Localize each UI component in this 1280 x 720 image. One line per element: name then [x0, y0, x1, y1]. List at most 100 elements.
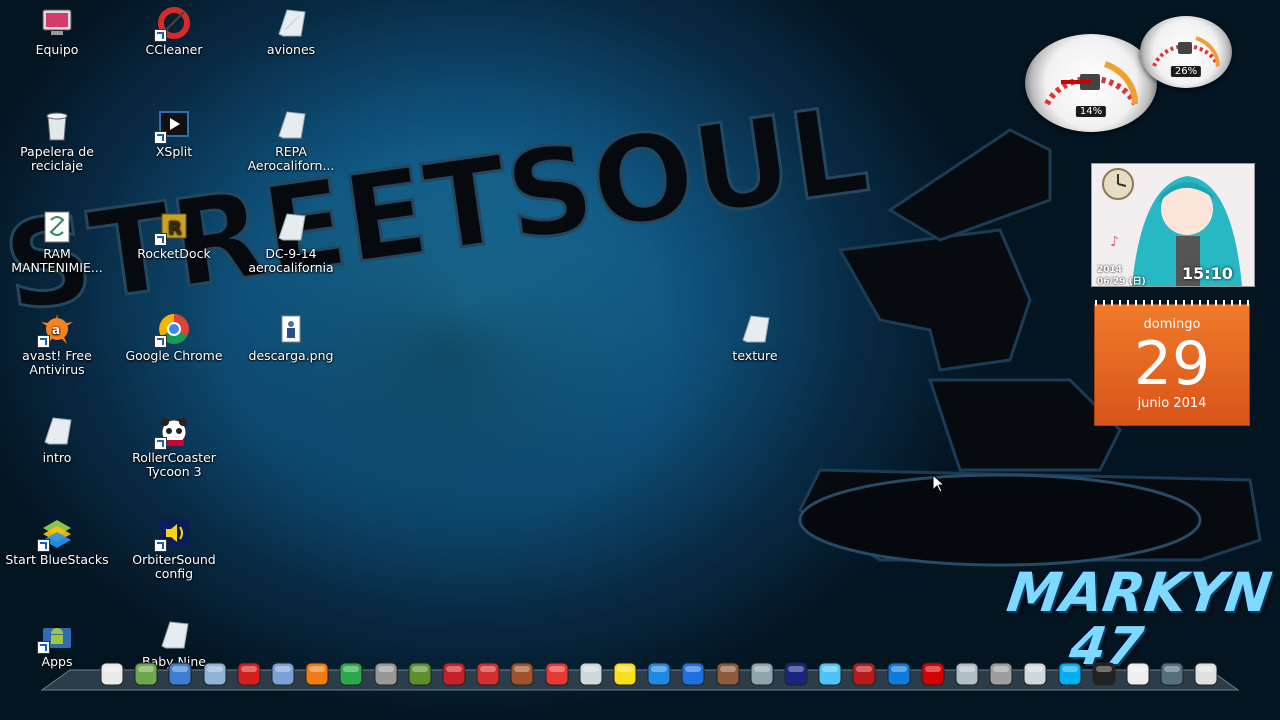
desktop-icon-ram[interactable]: RAM MANTENIMIE...: [2, 204, 112, 275]
ccleaner-icon: [154, 6, 192, 42]
script-icon: [39, 210, 75, 244]
recycle-bin-icon[interactable]: [1192, 660, 1220, 688]
desktop-icon-repa[interactable]: REPA Aerocaliforn...: [236, 102, 346, 173]
tshirt-icon[interactable]: [1090, 660, 1118, 688]
icon-label: descarga.png: [248, 348, 334, 363]
icon-label: CCleaner: [145, 42, 203, 57]
svg-text:R: R: [168, 218, 182, 239]
desktop-icon-ccleaner[interactable]: CCleaner: [119, 0, 229, 57]
mail-icon[interactable]: [269, 660, 297, 688]
desktop-icon-recycle-bin[interactable]: Papelera de reciclaje: [2, 102, 112, 173]
ram-percent: 26%: [1170, 66, 1202, 77]
folder-icon[interactable]: [748, 660, 776, 688]
desktop-icon-rocketdock[interactable]: R RocketDock: [119, 204, 229, 261]
tools-icon[interactable]: [1021, 660, 1049, 688]
bittorrent-icon[interactable]: [474, 660, 502, 688]
puzzle-icon[interactable]: [303, 660, 331, 688]
desktop-icon-texture[interactable]: texture: [700, 306, 810, 363]
character-icon[interactable]: [714, 660, 742, 688]
dropbox-icon[interactable]: [885, 660, 913, 688]
computer-icon: [39, 6, 75, 40]
cpu-gauge[interactable]: 14%: [1025, 34, 1157, 132]
camera-icon[interactable]: [577, 660, 605, 688]
calendar-gadget[interactable]: domingo 29 junio 2014: [1094, 300, 1250, 426]
globe-icon[interactable]: [166, 660, 194, 688]
desktop-icon-rollercoaster[interactable]: RollerCoaster Tycoon 3: [119, 408, 229, 479]
avast-icon: a: [37, 312, 75, 348]
mouse-cursor: [932, 474, 946, 493]
icon-label: Equipo: [35, 42, 79, 57]
icon-label: Start BlueStacks: [5, 552, 109, 567]
desktop-icon-descarga[interactable]: descarga.png: [236, 306, 346, 363]
chrome-icon: [154, 312, 192, 348]
icon-label: intro: [42, 450, 72, 465]
photo-clock-gadget[interactable]: ♪ 2014 06/29 (日) 15:10: [1091, 163, 1255, 287]
svg-text:a: a: [52, 323, 60, 337]
minecraft-icon[interactable]: [406, 660, 434, 688]
play-icon[interactable]: [679, 660, 707, 688]
close-x-icon[interactable]: [611, 660, 639, 688]
plane-icon[interactable]: [440, 660, 468, 688]
calendar-month-year: junio 2014: [1137, 396, 1207, 411]
android-icon: [37, 618, 75, 654]
pen-icon[interactable]: [1158, 660, 1186, 688]
icon-label: avast! Free Antivirus: [22, 348, 92, 377]
skype-icon[interactable]: [1056, 660, 1084, 688]
speaker-icon: [154, 516, 192, 552]
desktop-icon-aviones[interactable]: aviones: [236, 0, 346, 57]
desktop-icon-avast[interactable]: a avast! Free Antivirus: [2, 306, 112, 377]
desktop-icon-bluestacks[interactable]: Start BlueStacks: [2, 510, 112, 567]
media-player-icon[interactable]: [337, 660, 365, 688]
stop-icon[interactable]: [235, 660, 263, 688]
ram-gauge[interactable]: 26%: [1140, 16, 1232, 88]
rocketdock-bar: [40, 660, 1240, 694]
svg-text:♪: ♪: [1110, 234, 1119, 250]
desktop-icon-orbitersound[interactable]: OrbiterSound config: [119, 510, 229, 581]
notepad-icon[interactable]: [98, 660, 126, 688]
feather-icon[interactable]: [816, 660, 844, 688]
monitor-icon[interactable]: [132, 660, 160, 688]
folder-icon[interactable]: [201, 660, 229, 688]
recycle-bin-icon: [39, 108, 75, 142]
calendar-day: 29: [1133, 329, 1211, 399]
flash-icon[interactable]: [919, 660, 947, 688]
photo-time: 15:10: [1182, 264, 1233, 283]
cinema4d-icon[interactable]: [782, 660, 810, 688]
desktop-icon-chrome[interactable]: Google Chrome: [119, 306, 229, 363]
icon-label: RAM MANTENIMIE...: [11, 246, 103, 275]
file-icon: [39, 414, 75, 448]
markyn-watermark: MARKYN 47: [996, 561, 1276, 677]
bluestacks-icon: [37, 516, 75, 552]
desktop-icon-dc9[interactable]: DC-9-14 aerocalifornia: [236, 204, 346, 275]
icon-label: Google Chrome: [125, 348, 223, 363]
icon-label: RocketDock: [137, 246, 211, 261]
icon-label: XSplit: [155, 144, 193, 159]
rocketdock-icon: R: [154, 210, 192, 246]
icon-label: RollerCoaster Tycoon 3: [132, 450, 216, 479]
clipboard-icon[interactable]: [1124, 660, 1152, 688]
file-icon: [273, 6, 309, 40]
desktop-icon-equipo[interactable]: Equipo: [2, 0, 112, 57]
image-file-icon: [273, 312, 309, 346]
icon-label: REPA Aerocaliforn...: [247, 144, 335, 173]
calendar-binding: [1095, 300, 1249, 306]
paperclip-icon[interactable]: [372, 660, 400, 688]
chrome-icon[interactable]: [543, 660, 571, 688]
gauge-dial: [1044, 61, 1139, 106]
bluestacks-icon[interactable]: [645, 660, 673, 688]
watermark-line1: MARKYN: [1003, 561, 1276, 624]
file-icon: [156, 618, 192, 652]
file-icon: [273, 210, 309, 244]
train-icon[interactable]: [987, 660, 1015, 688]
xsplit-icon: [154, 108, 192, 144]
icon-label: aviones: [266, 42, 316, 57]
character-icon[interactable]: [508, 660, 536, 688]
car-icon[interactable]: [850, 660, 878, 688]
gauge-dial: [1152, 36, 1220, 67]
scanner-icon[interactable]: [953, 660, 981, 688]
file-icon: [273, 108, 309, 142]
icon-label: Papelera de reciclaje: [20, 144, 94, 173]
desktop-icon-intro[interactable]: intro: [2, 408, 112, 465]
desktop-icon-xsplit[interactable]: XSplit: [119, 102, 229, 159]
cpu-percent: 14%: [1075, 106, 1107, 117]
